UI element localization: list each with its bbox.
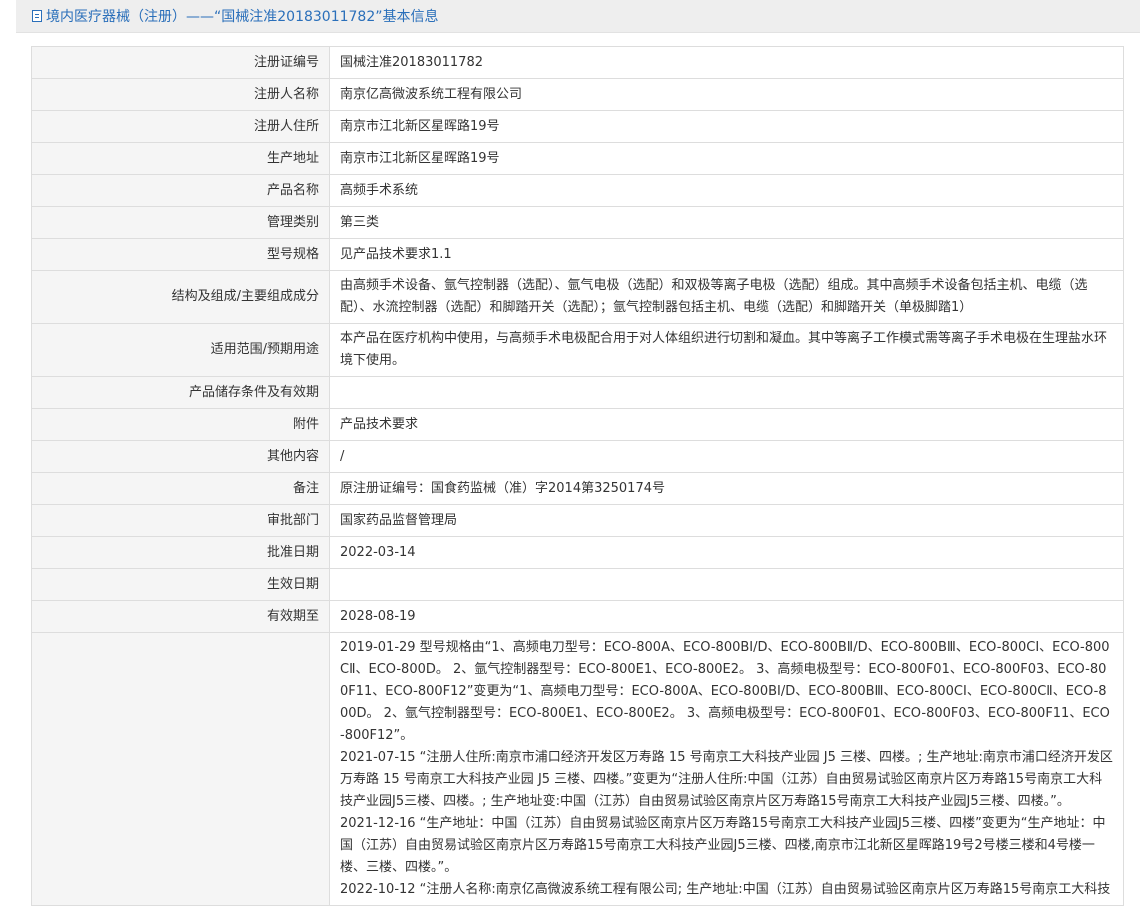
table-row: 附件 产品技术要求 (31, 408, 1124, 441)
field-value: 南京亿高微波系统工程有限公司 (329, 78, 1124, 111)
field-value: 国家药品监督管理局 (329, 504, 1124, 537)
change-log-entry: 2022-10-12 “注册人名称:南京亿高微波系统工程有限公司; 生产地址:中… (340, 882, 1111, 897)
field-value (329, 376, 1124, 409)
field-value: 原注册证编号：国食药监械（准）字2014第3250174号 (329, 472, 1124, 505)
table-row: 型号规格 见产品技术要求1.1 (31, 238, 1124, 271)
field-label: 型号规格 (31, 238, 330, 271)
table-row: 批准日期 2022-03-14 (31, 536, 1124, 569)
field-label: 备注 (31, 472, 330, 505)
table-row: 备注 原注册证编号：国食药监械（准）字2014第3250174号 (31, 472, 1124, 505)
field-label: 结构及组成/主要组成成分 (31, 270, 330, 324)
field-label: 生产地址 (31, 142, 330, 175)
table-row: 管理类别 第三类 (31, 206, 1124, 239)
field-value: 2022-03-14 (329, 536, 1124, 569)
info-table: 注册证编号 国械注准20183011782 注册人名称 南京亿高微波系统工程有限… (31, 46, 1124, 906)
field-value: 第三类 (329, 206, 1124, 239)
table-row: 审批部门 国家药品监督管理局 (31, 504, 1124, 537)
table-row: 有效期至 2028-08-19 (31, 600, 1124, 633)
table-row: 适用范围/预期用途 本产品在医疗机构中使用，与高频手术电极配合用于对人体组织进行… (31, 323, 1124, 377)
table-row: 注册人名称 南京亿高微波系统工程有限公司 (31, 78, 1124, 111)
change-log-entry: 2021-07-15 “注册人住所:南京市浦口经济开发区万寿路 15 号南京工大… (340, 750, 1113, 809)
document-icon (32, 10, 42, 22)
table-row: 结构及组成/主要组成成分 由高频手术设备、氩气控制器（选配）、氩气电极（选配）和… (31, 270, 1124, 324)
change-log-label (31, 632, 330, 906)
change-log-value: 2019-01-29 型号规格由“1、高频电刀型号：ECO-800A、ECO-8… (329, 632, 1124, 906)
field-label: 生效日期 (31, 568, 330, 601)
field-value: 高频手术系统 (329, 174, 1124, 207)
field-label: 产品储存条件及有效期 (31, 376, 330, 409)
field-label: 有效期至 (31, 600, 330, 633)
table-row: 注册证编号 国械注准20183011782 (31, 46, 1124, 79)
field-label: 其他内容 (31, 440, 330, 473)
table-row: 产品名称 高频手术系统 (31, 174, 1124, 207)
table-row: 生产地址 南京市江北新区星晖路19号 (31, 142, 1124, 175)
field-value: 本产品在医疗机构中使用，与高频手术电极配合用于对人体组织进行切割和凝血。其中等离… (329, 323, 1124, 377)
field-value: 国械注准20183011782 (329, 46, 1124, 79)
field-label: 审批部门 (31, 504, 330, 537)
field-value: 南京市江北新区星晖路19号 (329, 142, 1124, 175)
field-label: 注册证编号 (31, 46, 330, 79)
field-label: 附件 (31, 408, 330, 441)
change-log-entry: 2021-12-16 “生产地址：中国（江苏）自由贸易试验区南京片区万寿路15号… (340, 816, 1106, 875)
field-value: 产品技术要求 (329, 408, 1124, 441)
change-log-entry: 2019-01-29 型号规格由“1、高频电刀型号：ECO-800A、ECO-8… (340, 640, 1110, 743)
table-row: 产品储存条件及有效期 (31, 376, 1124, 409)
table-row: 其他内容 / (31, 440, 1124, 473)
field-value: 南京市江北新区星晖路19号 (329, 110, 1124, 143)
field-label: 注册人名称 (31, 78, 330, 111)
field-label: 管理类别 (31, 206, 330, 239)
field-value: 由高频手术设备、氩气控制器（选配）、氩气电极（选配）和双极等离子电极（选配）组成… (329, 270, 1124, 324)
field-value: / (329, 440, 1124, 473)
info-table-wrapper: 注册证编号 国械注准20183011782 注册人名称 南京亿高微波系统工程有限… (31, 46, 1124, 906)
page-title: 境内医疗器械（注册）——“国械注准20183011782”基本信息 (46, 9, 439, 25)
page-title-bar: 境内医疗器械（注册）——“国械注准20183011782”基本信息 (16, 0, 1140, 33)
change-log-row: 2019-01-29 型号规格由“1、高频电刀型号：ECO-800A、ECO-8… (31, 632, 1124, 906)
field-label: 适用范围/预期用途 (31, 323, 330, 377)
table-row: 注册人住所 南京市江北新区星晖路19号 (31, 110, 1124, 143)
field-value: 见产品技术要求1.1 (329, 238, 1124, 271)
field-label: 批准日期 (31, 536, 330, 569)
field-label: 注册人住所 (31, 110, 330, 143)
field-value: 2028-08-19 (329, 600, 1124, 633)
field-value (329, 568, 1124, 601)
table-row: 生效日期 (31, 568, 1124, 601)
field-label: 产品名称 (31, 174, 330, 207)
